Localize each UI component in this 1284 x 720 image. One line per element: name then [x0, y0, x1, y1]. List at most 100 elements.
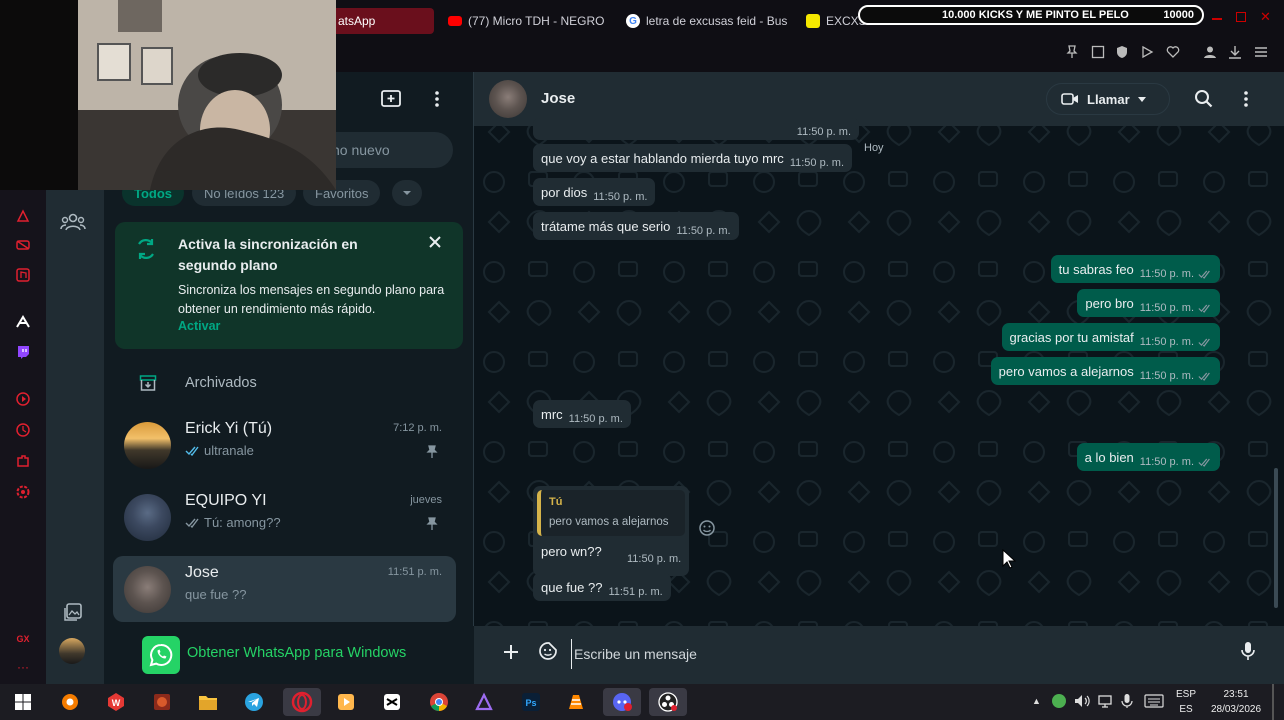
- message-bubble-reply[interactable]: Tú pero vamos a alejarnos pero wn?? 11:5…: [533, 486, 689, 576]
- message-bubble-outgoing[interactable]: gracias por tu amistaf 11:50 p. m.: [1001, 323, 1220, 351]
- gaming-icon[interactable]: [13, 235, 33, 255]
- volume-icon[interactable]: [1074, 694, 1090, 708]
- pin-icon[interactable]: [1062, 42, 1082, 62]
- purple-app-icon[interactable]: [469, 688, 499, 716]
- twitch-icon[interactable]: [13, 342, 33, 362]
- input-language[interactable]: ESP ES: [1176, 687, 1196, 717]
- extensions-icon[interactable]: [13, 451, 33, 471]
- tray-app-icon[interactable]: [1052, 694, 1066, 708]
- attach-plus-icon[interactable]: [502, 643, 520, 661]
- sync-activate-link[interactable]: Activar: [178, 319, 220, 333]
- wps-icon[interactable]: W: [101, 688, 131, 716]
- new-chat-icon[interactable]: [380, 88, 402, 110]
- media-icon[interactable]: [63, 602, 83, 622]
- opera-gx-taskbar-icon[interactable]: [283, 688, 321, 716]
- emoji-react-icon[interactable]: [698, 519, 716, 537]
- gx-corner-icon[interactable]: [13, 206, 33, 226]
- message-bubble-incoming[interactable]: por dios 11:50 p. m.: [533, 178, 656, 206]
- double-check-icon: [1198, 304, 1210, 313]
- profile-avatar[interactable]: [59, 638, 85, 664]
- heart-icon[interactable]: [1163, 42, 1183, 62]
- shield-icon[interactable]: [1112, 42, 1132, 62]
- contact-name[interactable]: Jose: [541, 90, 575, 107]
- message-time: 11:50 p. m.: [1139, 456, 1194, 468]
- message-input[interactable]: [571, 639, 1211, 669]
- communities-icon[interactable]: [60, 212, 86, 232]
- contact-avatar[interactable]: [489, 80, 527, 118]
- goal-text: 10.000 KICKS Y ME PINTO EL PELO: [942, 9, 1129, 21]
- discord-icon[interactable]: [603, 688, 641, 716]
- close-icon[interactable]: ✕: [1260, 10, 1271, 23]
- message-bubble-outgoing[interactable]: tu sabras feo 11:50 p. m.: [1050, 255, 1220, 283]
- tray-chevron-icon[interactable]: ▲: [1032, 696, 1041, 706]
- chat-row-equipo-yi[interactable]: EQUIPO YI Tú: among?? jueves: [113, 484, 456, 550]
- message-bubble-incoming[interactable]: mrc 11:50 p. m.: [533, 400, 631, 428]
- filter-more-chevron-icon[interactable]: [392, 180, 422, 206]
- video-camera-icon: [1061, 93, 1078, 105]
- quoted-message[interactable]: Tú pero vamos a alejarnos: [537, 490, 685, 536]
- close-icon[interactable]: [428, 235, 442, 249]
- clock[interactable]: 23:51 28/03/2026: [1206, 687, 1266, 717]
- youtube-icon: [448, 16, 462, 26]
- media-player-icon[interactable]: [331, 688, 361, 716]
- message-bubble-outgoing[interactable]: a lo bien 11:50 p. m.: [1076, 443, 1220, 471]
- get-whatsapp-banner[interactable]: Obtener WhatsApp para Windows: [104, 626, 474, 684]
- maximize-icon[interactable]: [1236, 12, 1246, 22]
- tab-whatsapp[interactable]: atsApp: [320, 8, 434, 34]
- google-icon: G: [626, 14, 640, 28]
- music-icon[interactable]: [13, 265, 33, 285]
- archived-row[interactable]: Archivados: [113, 358, 456, 406]
- snapshot-icon[interactable]: [1088, 42, 1108, 62]
- goal-value: 10000: [1163, 9, 1194, 21]
- photoshop-icon[interactable]: Ps: [516, 688, 546, 716]
- chrome-icon[interactable]: [424, 688, 454, 716]
- tray-microphone-icon[interactable]: [1121, 693, 1133, 709]
- mouse-cursor-icon: [1002, 549, 1016, 569]
- chat-row-erick[interactable]: Erick Yi (Tú) ultranale 7:12 p. m.: [113, 412, 456, 478]
- settings-icon[interactable]: [13, 482, 33, 502]
- message-time: 11:50 p. m.: [1139, 370, 1194, 382]
- chat-row-jose[interactable]: Jose que fue ?? 11:51 p. m.: [113, 556, 456, 622]
- keyboard-icon[interactable]: [1144, 694, 1164, 708]
- capcut-icon[interactable]: [377, 688, 407, 716]
- vlc-icon[interactable]: [561, 688, 591, 716]
- browser-orange-icon[interactable]: [55, 688, 85, 716]
- game-app-icon[interactable]: [147, 688, 177, 716]
- chat-menu-icon[interactable]: [1242, 89, 1250, 109]
- minimize-icon[interactable]: [1212, 18, 1222, 20]
- more-icon[interactable]: ···: [13, 657, 33, 677]
- player-icon[interactable]: [1137, 42, 1157, 62]
- history-icon[interactable]: [13, 420, 33, 440]
- aria-icon[interactable]: [13, 312, 33, 332]
- message-bubble-incoming[interactable]: que voy a estar hablando mierda tuyo mrc…: [533, 144, 853, 172]
- player-circle-icon[interactable]: [13, 389, 33, 409]
- windows-start-icon[interactable]: [8, 688, 38, 716]
- message-bubble-outgoing[interactable]: pero vamos a alejarnos 11:50 p. m.: [990, 357, 1220, 385]
- list-menu-icon[interactable]: [430, 88, 444, 110]
- search-icon[interactable]: [1194, 89, 1213, 108]
- network-icon[interactable]: [1097, 694, 1113, 708]
- message-bubble-incoming[interactable]: trátame más que serio 11:50 p. m.: [533, 212, 739, 240]
- gx-logo-icon[interactable]: GX: [13, 629, 33, 649]
- tab-label: (77) Micro TDH - NEGRO: [468, 14, 605, 28]
- message-text: trátame más que serio: [541, 218, 671, 234]
- message-bubble-outgoing[interactable]: pero bro 11:50 p. m.: [1077, 289, 1220, 317]
- message-time: 11:50 p. m.: [1139, 336, 1194, 348]
- obs-icon[interactable]: [649, 688, 687, 716]
- sticker-icon[interactable]: [538, 641, 558, 661]
- sync-icon: [133, 236, 159, 262]
- telegram-icon[interactable]: [239, 688, 269, 716]
- download-icon[interactable]: [1225, 42, 1245, 62]
- profile-icon[interactable]: [1200, 42, 1220, 62]
- tab-youtube[interactable]: (77) Micro TDH - NEGRO: [440, 8, 610, 34]
- call-button[interactable]: Llamar: [1046, 83, 1170, 115]
- menu-icon[interactable]: [1251, 42, 1271, 62]
- microphone-icon[interactable]: [1241, 641, 1255, 661]
- double-check-icon: [1198, 338, 1210, 347]
- tab-google-search[interactable]: G letra de excusas feid - Bus: [618, 8, 790, 34]
- message-text: que fue ??: [541, 579, 603, 595]
- chat-scrollbar[interactable]: [1274, 468, 1278, 608]
- show-desktop-button[interactable]: [1272, 684, 1274, 720]
- file-explorer-icon[interactable]: [193, 688, 223, 716]
- message-bubble-incoming[interactable]: que fue ?? 11:51 p. m.: [533, 573, 671, 601]
